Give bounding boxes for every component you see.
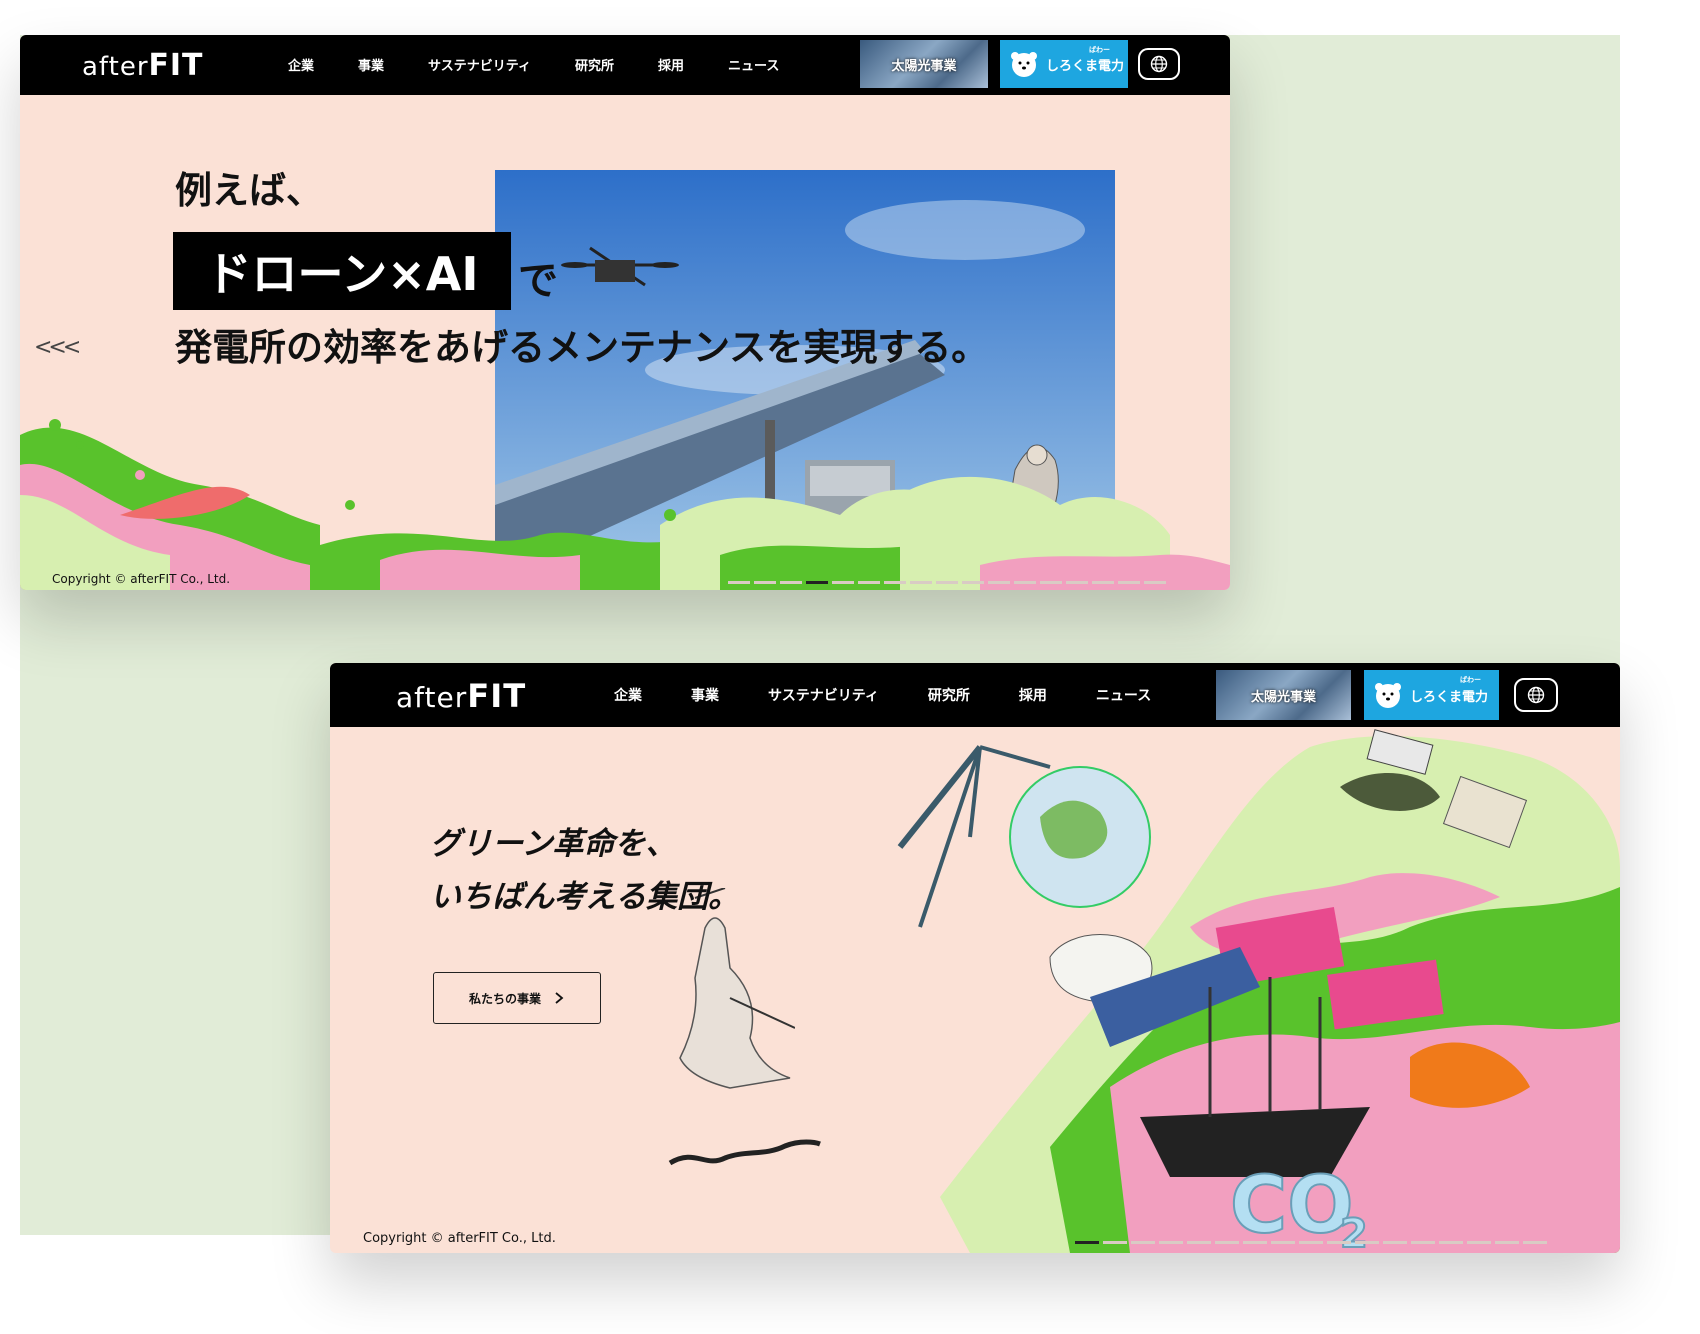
pager-dot[interactable] <box>1040 581 1062 584</box>
pager-dot[interactable] <box>962 581 984 584</box>
pager-dot[interactable] <box>1066 581 1088 584</box>
polar-bear-icon <box>1375 683 1401 708</box>
co2-text: CO <box>1230 1161 1354 1251</box>
pager-dot[interactable] <box>1243 1241 1267 1244</box>
menu-item-company[interactable]: 企業 <box>288 55 314 74</box>
afterfit-logo[interactable]: after FIT <box>396 677 526 715</box>
menu-item-lab[interactable]: 研究所 <box>575 55 614 74</box>
menu-item-news[interactable]: ニュース <box>1096 685 1151 705</box>
pager-dot[interactable] <box>858 581 880 584</box>
power-button-label: しろくま電力 <box>1046 58 1125 74</box>
pager-dot[interactable] <box>1439 1241 1463 1244</box>
logo-part-fit: FIT <box>467 677 527 715</box>
pager-dot[interactable] <box>780 581 802 584</box>
pager-dot[interactable] <box>1215 1241 1239 1244</box>
copyright-text: Copyright © afterFIT Co., Ltd. <box>363 1231 556 1246</box>
pager-dot-active[interactable] <box>1075 1241 1099 1244</box>
hero-line-1: 例えば、 <box>175 169 323 212</box>
pager-dot[interactable] <box>988 581 1010 584</box>
menu-item-business[interactable]: 事業 <box>691 685 719 705</box>
polar-bear-icon <box>1011 52 1037 77</box>
our-business-button[interactable]: 私たちの事業 <box>433 972 601 1024</box>
pager-dot[interactable] <box>1411 1241 1435 1244</box>
pager-dot[interactable] <box>1118 581 1140 584</box>
menu-item-recruit[interactable]: 採用 <box>1019 685 1047 705</box>
main-menu: 企業 事業 サステナビリティ 研究所 採用 ニュース <box>614 685 1200 705</box>
top-nav-bar: after FIT 企業 事業 サステナビリティ 研究所 採用 ニュース 太陽光事… <box>20 35 1230 95</box>
samurai-figure <box>679 888 795 1089</box>
globe-icon <box>1527 686 1545 704</box>
logo-part-fit: FIT <box>148 48 204 83</box>
pager-dot[interactable] <box>754 581 776 584</box>
pager-dot-active[interactable] <box>806 581 828 584</box>
solar-business-button[interactable]: 太陽光事業 <box>1216 670 1351 720</box>
language-button[interactable] <box>1514 678 1558 712</box>
pager-dot[interactable] <box>1103 1241 1127 1244</box>
language-button[interactable] <box>1138 48 1180 80</box>
logo-part-after: after <box>396 681 468 714</box>
ink-brush-stroke <box>668 1139 821 1166</box>
menu-item-company[interactable]: 企業 <box>614 685 642 705</box>
power-button-ruby: ぱわー <box>1089 46 1110 54</box>
chevron-right-icon <box>555 992 564 1004</box>
pager-dot[interactable] <box>1327 1241 1351 1244</box>
shirokuma-power-button[interactable]: しろくま電力 ぱわー <box>1000 40 1128 88</box>
pager-dot[interactable] <box>1495 1241 1519 1244</box>
pager-dot[interactable] <box>884 581 906 584</box>
main-menu: 企業 事業 サステナビリティ 研究所 採用 ニュース <box>288 55 823 74</box>
solar-button-label: 太陽光事業 <box>891 58 957 74</box>
pager-dot[interactable] <box>1355 1241 1379 1244</box>
pager-dot[interactable] <box>728 581 750 584</box>
menu-item-sustainability[interactable]: サステナビリティ <box>428 55 531 74</box>
pager-dot[interactable] <box>1523 1241 1547 1244</box>
hero-line-2: いちばん考える集団。 <box>430 879 740 915</box>
hero-line-3: 発電所の効率をあげるメンテナンスを実現する。 <box>175 326 989 369</box>
pager-dot[interactable] <box>1092 581 1114 584</box>
pager-dot[interactable] <box>910 581 932 584</box>
pager-dot[interactable] <box>1467 1241 1491 1244</box>
shirokuma-power-button[interactable]: しろくま電力 ぱわー <box>1364 670 1499 720</box>
pager-dot[interactable] <box>1014 581 1036 584</box>
hero-line-2-suffix: で <box>518 258 558 304</box>
globe-icon <box>1150 55 1168 73</box>
solar-button-label: 太陽光事業 <box>1250 689 1316 705</box>
afterfit-logo[interactable]: after FIT <box>82 48 203 83</box>
menu-item-news[interactable]: ニュース <box>728 55 779 74</box>
screenshot-drone-slide: after FIT 企業 事業 サステナビリティ 研究所 採用 ニュース 太陽光事… <box>20 35 1230 590</box>
prev-slide-arrows[interactable]: <<< <box>34 335 81 360</box>
pager-dot[interactable] <box>1159 1241 1183 1244</box>
copyright-text: Copyright © afterFIT Co., Ltd. <box>52 572 231 586</box>
slide-pager <box>1075 1241 1551 1244</box>
logo-part-after: after <box>82 52 149 82</box>
hero-highlight-box: ドローン×AI <box>173 232 511 310</box>
pager-dot[interactable] <box>1299 1241 1323 1244</box>
pager-dot[interactable] <box>832 581 854 584</box>
pager-dot[interactable] <box>1187 1241 1211 1244</box>
top-nav-bar: after FIT 企業 事業 サステナビリティ 研究所 採用 ニュース 太陽光事… <box>330 663 1620 727</box>
power-button-label: しろくま電力 <box>1410 689 1489 705</box>
svg-text:2: 2 <box>1340 1211 1368 1253</box>
menu-item-lab[interactable]: 研究所 <box>928 685 970 705</box>
menu-item-business[interactable]: 事業 <box>358 55 384 74</box>
menu-item-recruit[interactable]: 採用 <box>658 55 684 74</box>
cta-label: 私たちの事業 <box>468 991 541 1006</box>
pager-dot[interactable] <box>936 581 958 584</box>
screenshot-green-revolution-slide: CO 2 after FIT 企業 事業 サステナビリティ 研究所 採用 ニュース… <box>330 663 1620 1253</box>
pager-dot[interactable] <box>1271 1241 1295 1244</box>
power-button-ruby: ぱわー <box>1460 676 1481 684</box>
hero-line-1: グリーン革命を、 <box>430 826 677 862</box>
pager-dot[interactable] <box>1144 581 1166 584</box>
slide-pager <box>728 581 1170 584</box>
solar-business-button[interactable]: 太陽光事業 <box>860 40 988 88</box>
paint-splash-decoration <box>20 419 1230 590</box>
menu-item-sustainability[interactable]: サステナビリティ <box>768 685 879 705</box>
pager-dot[interactable] <box>1131 1241 1155 1244</box>
pager-dot[interactable] <box>1383 1241 1407 1244</box>
green-revolution-collage: CO 2 <box>897 729 1620 1253</box>
